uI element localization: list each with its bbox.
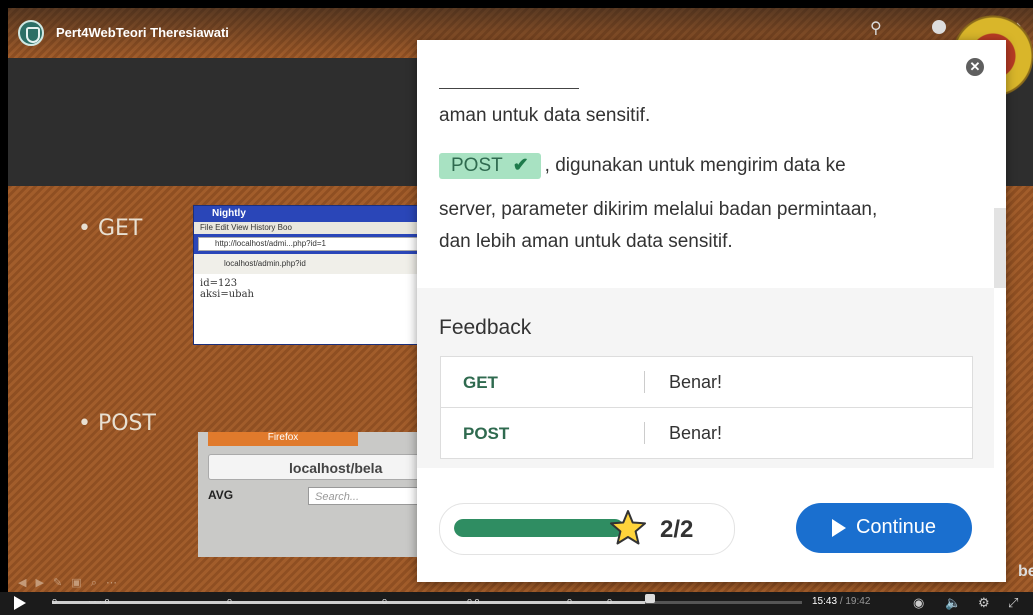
- time-display: 15:43 / 19:42: [812, 596, 870, 607]
- screenshot-menu: File Edit View History Boo: [194, 222, 434, 234]
- feedback-key: POST: [463, 424, 510, 443]
- feedback-row: POST Benar!: [441, 408, 972, 458]
- explanation-text-inline: , digunakan untuk mengirim data ke: [544, 155, 846, 176]
- answer-chip-label: POST: [451, 155, 503, 176]
- speed-icon[interactable]: ◉: [913, 595, 924, 611]
- scrollbar[interactable]: [994, 208, 1006, 288]
- channel-avatar[interactable]: [18, 20, 44, 46]
- score-box: 2/2: [439, 503, 735, 555]
- score-text: 2/2: [660, 516, 694, 543]
- seek-bar-progress: [52, 601, 645, 604]
- youtube-brand-text[interactable]: be: [1018, 563, 1033, 581]
- screenshot-address: http://localhost/admi...php?id=1: [198, 237, 430, 251]
- browser-screenshot-post: Firefox localhost/bela AVG Search...: [198, 432, 428, 557]
- video-title[interactable]: Pert4WebTeori Theresiawati: [56, 25, 229, 40]
- quiz-footer: 2/2 Continue: [417, 468, 1006, 582]
- explanation-text: aman untuk data sensitif.: [439, 105, 651, 126]
- explanation-text: server, parameter dikirim melalui badan …: [439, 199, 878, 220]
- screenshot-url: localhost/bela: [208, 454, 423, 480]
- divider: [644, 371, 645, 393]
- feedback-table: GET Benar! POST Benar!: [440, 356, 973, 459]
- quiz-modal: ✕ aman untuk data sensitif. POST ✔ , digun…: [417, 40, 1006, 582]
- slide-nav-controls[interactable]: ◀ ▶ ✎ ▣ ⌕ ⋯: [18, 576, 120, 590]
- screenshot-body-line: aksi=ubah: [200, 289, 254, 300]
- slide-bullet-post: • POST: [78, 411, 156, 436]
- search-icon[interactable]: ⚲: [870, 18, 882, 38]
- seek-bar[interactable]: o · · · o o o o o o o: [52, 596, 802, 606]
- screenshot-titlebar: Nightly: [212, 208, 246, 219]
- chapter-marker[interactable]: o: [607, 596, 612, 606]
- chapter-marker[interactable]: o: [52, 596, 57, 606]
- screenshot-body: id=123 aksi=ubah: [194, 274, 434, 344]
- feedback-value: Benar!: [669, 423, 723, 443]
- browser-screenshot-get: Nightly File Edit View History Boo http:…: [193, 205, 435, 345]
- screenshot-body-line: id=123: [200, 278, 238, 289]
- screenshot-tab: Firefox: [208, 432, 358, 446]
- feedback-value: Benar!: [669, 372, 723, 392]
- chapter-marker[interactable]: o: [567, 596, 572, 606]
- divider: [644, 422, 645, 444]
- chapter-marker[interactable]: · · · o: [88, 596, 110, 606]
- chapter-marker[interactable]: o: [227, 596, 232, 606]
- star-icon: [610, 510, 646, 545]
- clipped-text-line: [439, 88, 939, 94]
- explanation-text: dan lebih aman untuk data sensitif.: [439, 231, 733, 252]
- explanation-text: POST ✔ , digunakan untuk mengirim data ke: [439, 153, 846, 179]
- explanation-scroll-area[interactable]: aman untuk data sensitif. POST ✔ , digunak…: [417, 88, 994, 288]
- settings-icon[interactable]: ⚙: [978, 595, 990, 611]
- feedback-title: Feedback: [439, 316, 532, 339]
- answer-chip: POST ✔: [439, 153, 541, 179]
- video-player-bar: o · · · o o o o o o o 15:43 / 19:42 ◉ 🔈 …: [0, 592, 1033, 615]
- continue-button-label: Continue: [855, 516, 937, 539]
- feedback-section: Feedback GET Benar! POST Benar!: [417, 288, 994, 468]
- chapter-marker[interactable]: o: [382, 596, 387, 606]
- play-icon[interactable]: [14, 596, 26, 610]
- score-progress-fill: [454, 519, 624, 537]
- screenshot-nav: localhost/admin.php?id: [194, 254, 434, 274]
- watch-later-icon[interactable]: [932, 20, 946, 34]
- continue-button[interactable]: Continue: [796, 503, 972, 553]
- chapter-marker[interactable]: o o: [467, 596, 480, 606]
- feedback-row: GET Benar!: [441, 357, 972, 408]
- screenshot-avg: AVG: [208, 488, 234, 502]
- volume-icon[interactable]: 🔈: [945, 595, 961, 611]
- screenshot-search: Search...: [308, 487, 418, 505]
- checkmark-icon: ✔: [512, 155, 529, 176]
- duration: / 19:42: [839, 596, 871, 607]
- current-time: 15:43: [812, 596, 838, 607]
- play-icon: [831, 519, 846, 538]
- score-progress-bar: [454, 519, 624, 537]
- close-icon[interactable]: ✕: [966, 58, 984, 76]
- feedback-key: GET: [463, 373, 498, 392]
- lock-icon: [645, 594, 655, 603]
- fullscreen-icon[interactable]: ⤢: [1008, 595, 1018, 611]
- slide-bullet-get: • GET: [78, 216, 143, 241]
